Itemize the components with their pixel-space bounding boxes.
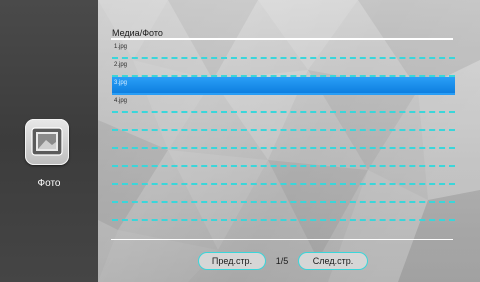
sidebar-item-label: Фото bbox=[37, 178, 61, 189]
file-list-item[interactable] bbox=[112, 185, 455, 203]
file-name: 4.jpg bbox=[114, 98, 128, 104]
file-name: 2.jpg bbox=[114, 62, 128, 68]
page-indicator: 1/5 bbox=[275, 256, 289, 266]
file-list-item[interactable] bbox=[112, 131, 455, 149]
file-list-item[interactable] bbox=[112, 113, 455, 131]
photo-frame-icon bbox=[31, 127, 63, 156]
file-list-item[interactable] bbox=[112, 203, 455, 221]
file-name: 1.jpg bbox=[114, 44, 128, 50]
main-panel: Медиа/Фото 1.jpg 2.jpg 3.jpg 4.jpg Пред.стр… bbox=[98, 0, 480, 282]
file-list-item[interactable]: 4.jpg bbox=[112, 95, 455, 113]
file-list-item[interactable] bbox=[112, 167, 455, 185]
file-list-item[interactable]: 2.jpg bbox=[112, 59, 455, 77]
prev-page-button[interactable]: Пред.стр. bbox=[198, 252, 266, 270]
sidebar: Фото bbox=[0, 0, 98, 282]
file-list-item[interactable]: 3.jpg bbox=[112, 77, 455, 95]
divider bbox=[111, 38, 453, 40]
file-name: 3.jpg bbox=[114, 80, 128, 86]
sidebar-item-photo[interactable] bbox=[25, 119, 69, 165]
file-list-item[interactable] bbox=[112, 149, 455, 167]
next-page-button[interactable]: След.стр. bbox=[298, 252, 368, 270]
divider bbox=[111, 239, 453, 240]
file-list: 1.jpg 2.jpg 3.jpg 4.jpg bbox=[112, 41, 455, 221]
pager: Пред.стр. 1/5 След.стр. bbox=[198, 251, 368, 271]
page-title: Медиа/Фото bbox=[112, 28, 163, 38]
file-list-item[interactable]: 1.jpg bbox=[112, 41, 455, 59]
